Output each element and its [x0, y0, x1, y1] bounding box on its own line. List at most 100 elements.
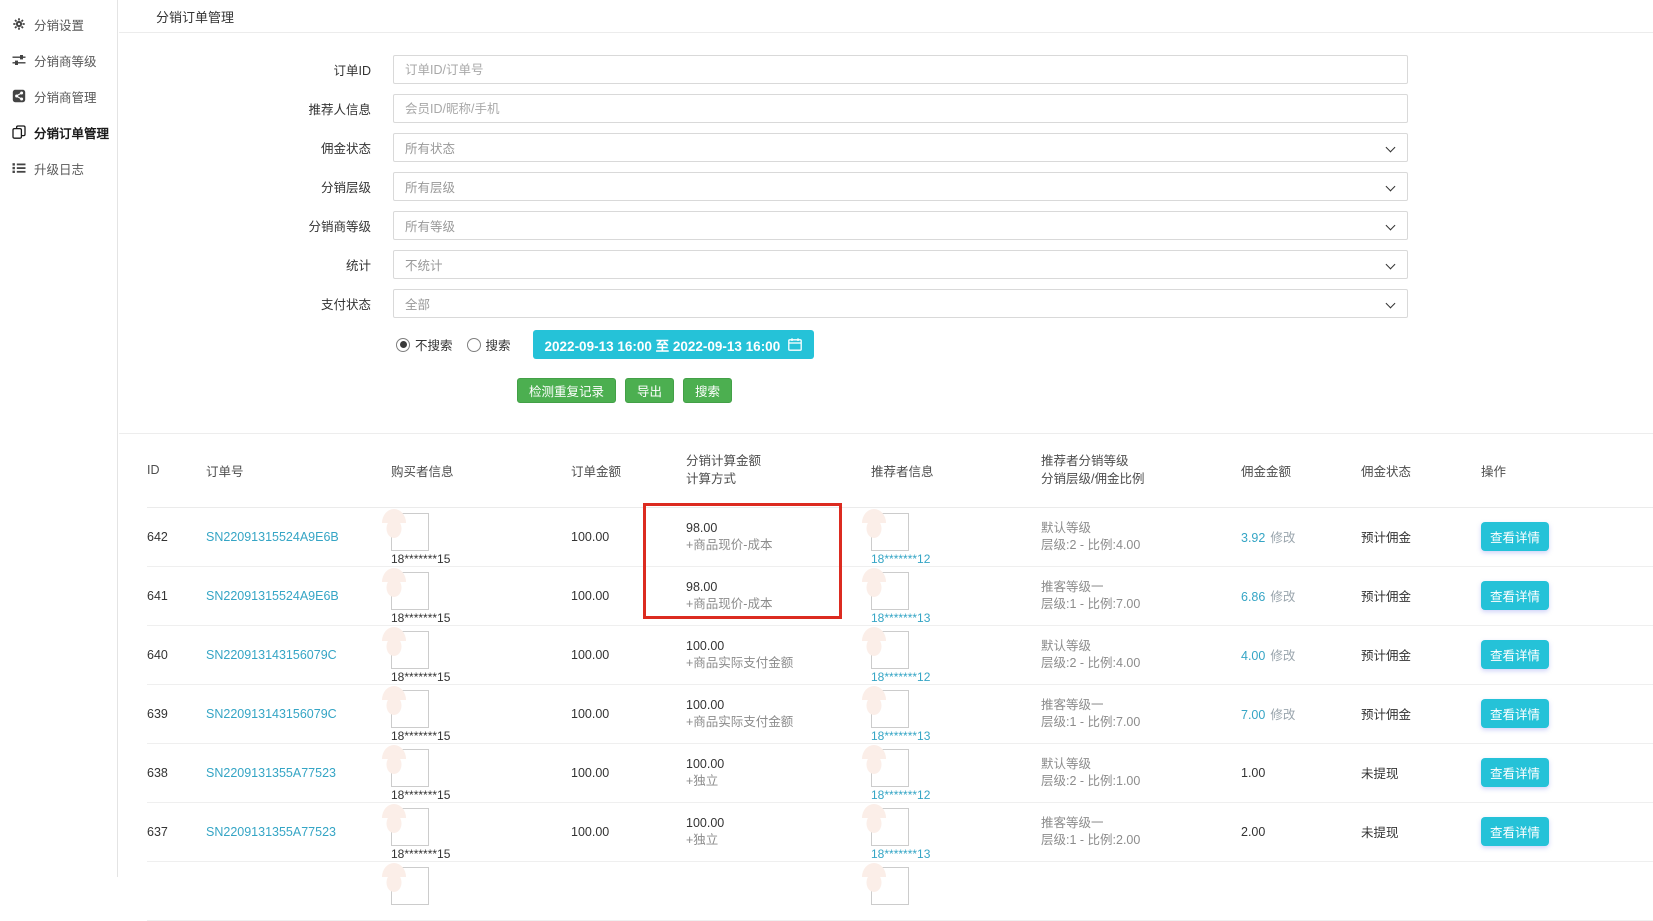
referrer-avatar[interactable]	[871, 631, 909, 669]
copy-orders-icon	[12, 125, 26, 139]
cell-commission: 7.00修改	[1241, 684, 1361, 743]
buyer-cell: 18*******15	[391, 625, 571, 684]
referrer-avatar[interactable]	[871, 808, 909, 846]
form-actions: 检测重复记录 导出 搜索	[517, 378, 1653, 403]
export-button[interactable]: 导出	[625, 378, 674, 403]
level-ratio: 层级:2 - 比例:4.00	[1041, 655, 1241, 672]
sidebar-item-upgrade-log[interactable]: 升级日志	[0, 150, 117, 186]
statistics-select[interactable]: 不统计	[393, 250, 1408, 279]
view-detail-button[interactable]: 查看详情	[1481, 699, 1549, 728]
referrer-phone-link[interactable]: 18*******12	[871, 788, 1041, 802]
edit-commission-link[interactable]: 修改	[1270, 531, 1295, 545]
selected-value: 所有层级	[405, 177, 455, 196]
statistics-label: 统计	[119, 255, 393, 274]
cell-referrer-level: 默认等级 层级:2 - 比例:4.00	[1041, 625, 1241, 684]
cell-order-amount: 100.00	[571, 507, 686, 566]
edit-commission-link[interactable]: 修改	[1270, 649, 1295, 663]
cell-calc: 98.00 +商品现价-成本	[686, 507, 871, 566]
distribution-order-admin-page: { "colors": { "accent_cyan": "#25c2d8", …	[0, 0, 1653, 877]
form-row-payment-status: 支付状态 全部	[119, 289, 1653, 318]
col-header-buyer: 购买者信息	[391, 434, 571, 507]
referrer-cell: 18*******12	[871, 743, 1041, 802]
referrer-phone-link[interactable]: 18*******13	[871, 847, 1041, 861]
referrer-phone-link[interactable]: 18*******13	[871, 729, 1041, 743]
distribution-tier-label: 分销层级	[119, 177, 393, 196]
calc-amount: 100.00	[686, 638, 871, 655]
col-header-calc-amount: 分销计算金额 计算方式	[686, 434, 871, 507]
view-detail-button[interactable]: 查看详情	[1481, 522, 1549, 551]
order-no-link[interactable]: SN220913143156079C	[206, 648, 337, 662]
radio-selected-icon[interactable]	[396, 338, 410, 352]
level-ratio: 层级:2 - 比例:4.00	[1041, 537, 1241, 554]
referrer-phone-link[interactable]: 18*******12	[871, 670, 1041, 684]
calc-method: +商品实际支付金额	[686, 655, 871, 672]
order-id-input[interactable]	[393, 55, 1408, 84]
order-no-link[interactable]: SN22091315524A9E6B	[206, 530, 339, 544]
view-detail-button[interactable]: 查看详情	[1481, 817, 1549, 846]
payment-status-select[interactable]: 全部	[393, 289, 1408, 318]
buyer-phone: 18*******15	[391, 788, 571, 802]
calc-method: +独立	[686, 832, 871, 849]
check-duplicates-button[interactable]: 检测重复记录	[517, 378, 616, 403]
buyer-avatar[interactable]	[391, 808, 429, 846]
referrer-level: 默认等级	[1041, 756, 1241, 773]
sidebar-item-distribution-orders[interactable]: 分销订单管理	[0, 114, 117, 150]
col-header-order-no: 订单号	[206, 434, 391, 507]
view-detail-button[interactable]: 查看详情	[1481, 640, 1549, 669]
sidebar-item-label: 分销订单管理	[34, 123, 109, 142]
buyer-avatar[interactable]	[391, 690, 429, 728]
sidebar-item-distribution-settings[interactable]: 分销设置	[0, 6, 117, 42]
cell-status: 预计佣金	[1361, 566, 1481, 625]
edit-commission-link[interactable]: 修改	[1270, 708, 1295, 722]
cell-commission: 4.00修改	[1241, 625, 1361, 684]
referrer-avatar[interactable]	[871, 690, 909, 728]
table-row-partial	[147, 861, 1653, 920]
referrer-cell: 18*******13	[871, 684, 1041, 743]
order-no-link[interactable]: SN220913143156079C	[206, 707, 337, 721]
referrer-avatar[interactable]	[871, 513, 909, 551]
referrer-cell: 18*******13	[871, 566, 1041, 625]
search-button[interactable]: 搜索	[683, 378, 732, 403]
buyer-avatar[interactable]	[391, 749, 429, 787]
buyer-avatar[interactable]	[391, 513, 429, 551]
order-no-link[interactable]: SN22091315524A9E6B	[206, 589, 339, 603]
referrer-avatar[interactable]	[871, 572, 909, 610]
distributor-level-select[interactable]: 所有等级	[393, 211, 1408, 240]
col-header-order-amount: 订单金额	[571, 434, 686, 507]
buyer-phone: 18*******15	[391, 552, 571, 566]
view-detail-button[interactable]: 查看详情	[1481, 758, 1549, 787]
buyer-avatar[interactable]	[391, 631, 429, 669]
referrer-cell	[871, 861, 1041, 920]
table-row: 642 SN22091315524A9E6B 18*******15 100.0…	[147, 507, 1653, 566]
order-no-link[interactable]: SN2209131355A77523	[206, 766, 336, 780]
commission-status-select[interactable]: 所有状态	[393, 133, 1408, 162]
order-no-link[interactable]: SN2209131355A77523	[206, 825, 336, 839]
cell-id: 642	[147, 507, 206, 566]
buyer-phone: 18*******15	[391, 847, 571, 861]
chevron-down-icon	[1386, 221, 1396, 231]
sidebar-item-distributor-management[interactable]: 分销商管理	[0, 78, 117, 114]
selected-value: 所有状态	[405, 138, 455, 157]
cell-order-amount: 100.00	[571, 802, 686, 861]
referrer-phone-link[interactable]: 18*******12	[871, 552, 1041, 566]
view-detail-button[interactable]: 查看详情	[1481, 581, 1549, 610]
distribution-tier-select[interactable]: 所有层级	[393, 172, 1408, 201]
sidebar-item-label: 分销商等级	[34, 51, 97, 70]
radio-search[interactable]: 搜索	[467, 335, 511, 354]
form-row-statistics: 统计 不统计	[119, 250, 1653, 279]
date-range-button[interactable]: 2022-09-13 16:00 至 2022-09-13 16:00	[533, 330, 815, 359]
radio-no-search[interactable]: 不搜索	[396, 335, 453, 354]
radio-unselected-icon[interactable]	[467, 338, 481, 352]
buyer-avatar[interactable]	[391, 572, 429, 610]
commission-amount: 6.86	[1241, 590, 1265, 604]
referrer-avatar[interactable]	[871, 749, 909, 787]
referrer-info-input[interactable]	[393, 94, 1408, 123]
sidebar-item-distributor-levels[interactable]: 分销商等级	[0, 42, 117, 78]
selected-value: 所有等级	[405, 216, 455, 235]
cell-referrer-level: 推客等级一 层级:1 - 比例:7.00	[1041, 684, 1241, 743]
edit-commission-link[interactable]: 修改	[1270, 590, 1295, 604]
referrer-phone-link[interactable]: 18*******13	[871, 611, 1041, 625]
radio-no-search-label: 不搜索	[415, 335, 453, 354]
cell-calc: 100.00 +独立	[686, 743, 871, 802]
buyer-phone: 18*******15	[391, 611, 571, 625]
